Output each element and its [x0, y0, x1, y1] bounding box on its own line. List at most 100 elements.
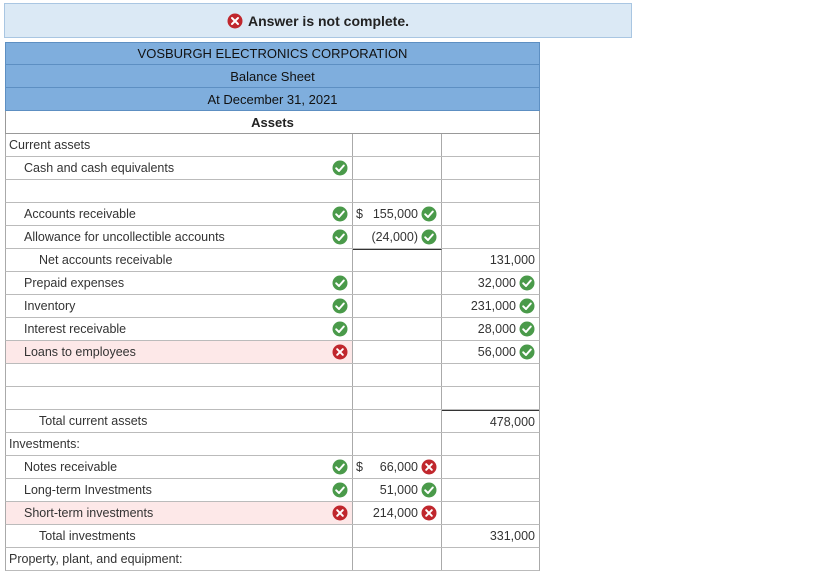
- check-icon: [332, 275, 348, 291]
- check-icon: [519, 275, 535, 291]
- amount-input-col3[interactable]: [442, 548, 539, 570]
- amount-input-col3[interactable]: [442, 203, 539, 225]
- amount-input-col2[interactable]: [353, 341, 442, 363]
- check-icon: [519, 298, 535, 314]
- table-row: Net accounts receivable 131,000: [5, 249, 540, 272]
- amount-input-col3[interactable]: [442, 226, 539, 248]
- check-circle-icon: [332, 321, 348, 337]
- amount-input-col3[interactable]: 478,000: [442, 410, 539, 432]
- amount-input-col2[interactable]: [353, 318, 442, 340]
- account-label-cell[interactable]: Total current assets: [6, 410, 353, 432]
- amount-input-col3[interactable]: [442, 433, 539, 455]
- amount-input-col2[interactable]: 214,000: [353, 502, 442, 524]
- amount-input-col3[interactable]: [442, 134, 539, 156]
- amount-input-col2[interactable]: [353, 157, 442, 179]
- amount-input-col3[interactable]: 28,000: [442, 318, 539, 340]
- amount-input-col3[interactable]: [442, 180, 539, 202]
- amount-value: 214,000: [372, 506, 418, 520]
- account-label: Investments:: [9, 437, 80, 451]
- amount-value: 231,000: [470, 299, 516, 313]
- amount-input-col3[interactable]: [442, 157, 539, 179]
- dollar-sign: $: [356, 460, 363, 474]
- account-label-cell[interactable]: Notes receivable: [6, 456, 353, 478]
- account-label-cell[interactable]: Interest receivable: [6, 318, 353, 340]
- check-circle-icon: [332, 459, 348, 475]
- account-label-cell[interactable]: Long-term Investments: [6, 479, 353, 501]
- statement-date: At December 31, 2021: [5, 88, 540, 111]
- table-row: Long-term Investments 51,000: [5, 479, 540, 502]
- check-icon: [332, 321, 348, 337]
- check-circle-icon: [519, 321, 535, 337]
- account-label: Prepaid expenses: [24, 276, 125, 290]
- account-label: Inventory: [24, 299, 76, 313]
- check-circle-icon: [332, 229, 348, 245]
- account-label-cell[interactable]: Allowance for uncollectible accounts: [6, 226, 353, 248]
- check-icon: [519, 344, 535, 360]
- amount-input-col2[interactable]: [353, 180, 442, 202]
- amount-input-col3[interactable]: 131,000: [442, 249, 539, 271]
- account-label-cell[interactable]: [6, 387, 353, 409]
- amount-input-col3[interactable]: 331,000: [442, 525, 539, 547]
- account-label: Current assets: [9, 138, 91, 152]
- check-circle-icon: [332, 275, 348, 291]
- amount-value: 478,000: [489, 414, 535, 429]
- check-circle-icon: [332, 298, 348, 314]
- amount-input-col2[interactable]: (24,000): [353, 226, 442, 248]
- table-row: Inventory 231,000: [5, 295, 540, 318]
- account-label-cell[interactable]: [6, 180, 353, 202]
- account-label-cell[interactable]: Current assets: [6, 134, 353, 156]
- company-name: VOSBURGH ELECTRONICS CORPORATION: [5, 42, 540, 65]
- amount-input-col2[interactable]: [353, 249, 442, 271]
- check-circle-icon: [421, 482, 437, 498]
- check-circle-icon: [332, 482, 348, 498]
- amount-input-col3[interactable]: [442, 479, 539, 501]
- amount-input-col2[interactable]: [353, 387, 442, 409]
- amount-input-col3[interactable]: 32,000: [442, 272, 539, 294]
- table-row: Interest receivable 28,000: [5, 318, 540, 341]
- x-circle-icon: [332, 344, 348, 360]
- amount-value: 331,000: [489, 529, 535, 543]
- account-label-cell[interactable]: Prepaid expenses: [6, 272, 353, 294]
- amount-input-col2[interactable]: [353, 525, 442, 547]
- amount-value: (24,000): [371, 230, 418, 244]
- amount-input-col3[interactable]: [442, 387, 539, 409]
- account-label-cell[interactable]: Property, plant, and equipment:: [6, 548, 353, 570]
- amount-input-col2[interactable]: 51,000: [353, 479, 442, 501]
- amount-input-col3[interactable]: [442, 364, 539, 386]
- check-icon: [421, 229, 437, 245]
- account-label: Total investments: [39, 529, 136, 543]
- amount-input-col2[interactable]: [353, 548, 442, 570]
- amount-input-col2[interactable]: $155,000: [353, 203, 442, 225]
- amount-input-col3[interactable]: 231,000: [442, 295, 539, 317]
- table-row: Prepaid expenses 32,000: [5, 272, 540, 295]
- account-label-cell[interactable]: Net accounts receivable: [6, 249, 353, 271]
- amount-input-col2[interactable]: [353, 433, 442, 455]
- account-label-cell[interactable]: Inventory: [6, 295, 353, 317]
- amount-input-col2[interactable]: [353, 134, 442, 156]
- amount-input-col3[interactable]: 56,000: [442, 341, 539, 363]
- account-label-cell[interactable]: Accounts receivable: [6, 203, 353, 225]
- account-label-cell[interactable]: Investments:: [6, 433, 353, 455]
- check-circle-icon: [421, 229, 437, 245]
- account-label-cell[interactable]: Cash and cash equivalents: [6, 157, 353, 179]
- check-icon: [332, 229, 348, 245]
- amount-input-col2[interactable]: [353, 410, 442, 432]
- answer-status-banner: Answer is not complete.: [4, 3, 632, 38]
- amount-input-col2[interactable]: $66,000: [353, 456, 442, 478]
- account-label: Net accounts receivable: [39, 253, 173, 267]
- amount-input-col2[interactable]: [353, 295, 442, 317]
- amount-input-col3[interactable]: [442, 502, 539, 524]
- amount-value: 66,000: [379, 460, 418, 474]
- amount-input-col2[interactable]: [353, 364, 442, 386]
- table-row: Accounts receivable $155,000: [5, 203, 540, 226]
- account-label-cell[interactable]: Short-term investments: [6, 502, 353, 524]
- check-circle-icon: [519, 275, 535, 291]
- amount-input-col3[interactable]: [442, 456, 539, 478]
- x-circle-icon: [421, 459, 437, 475]
- account-label-cell[interactable]: [6, 364, 353, 386]
- account-label-cell[interactable]: Total investments: [6, 525, 353, 547]
- x-circle-icon: [227, 13, 243, 28]
- amount-input-col2[interactable]: [353, 272, 442, 294]
- account-label-cell[interactable]: Loans to employees: [6, 341, 353, 363]
- amount-value: 32,000: [477, 276, 516, 290]
